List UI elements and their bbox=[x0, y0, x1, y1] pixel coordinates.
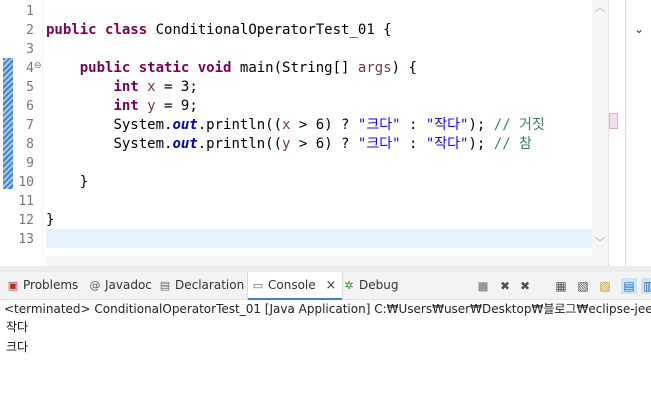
tab-label: Declaration bbox=[175, 278, 245, 292]
console-output-area[interactable]: 작다 크다 bbox=[0, 318, 651, 413]
console-icon: ▭ bbox=[252, 279, 264, 292]
line-number: 13 bbox=[18, 232, 34, 247]
tab-label: Debug bbox=[359, 278, 399, 292]
line-number: 11 bbox=[18, 194, 34, 209]
remove-all-terminated-icon[interactable]: ✖ bbox=[517, 278, 533, 294]
word-wrap-icon[interactable]: ▨ bbox=[597, 278, 613, 294]
horizontal-scrollbar[interactable] bbox=[46, 256, 608, 266]
console-process-header: <terminated> ConditionalOperatorTest_01 … bbox=[4, 302, 651, 316]
line-number: 1 bbox=[26, 4, 34, 19]
side-panel bbox=[625, 0, 651, 266]
code-line-4: public static void main(String[] args) { bbox=[79, 60, 417, 76]
code-line-2: public class ConditionalOperatorTest_01 … bbox=[46, 22, 392, 38]
line-number: 12 bbox=[18, 213, 34, 228]
tab-console[interactable]: ▭ Console × bbox=[247, 272, 344, 300]
bug-icon: ✲ bbox=[344, 279, 354, 292]
close-icon[interactable]: × bbox=[325, 278, 336, 293]
code-line-8: System.out.println((y > 6) ? "크다" : "작다"… bbox=[113, 136, 532, 152]
tab-debug[interactable]: ✲ Debug bbox=[342, 272, 398, 299]
declaration-icon: ▤ bbox=[159, 279, 171, 292]
overview-ruler[interactable] bbox=[608, 0, 625, 266]
terminate-icon[interactable]: ■ bbox=[475, 278, 491, 294]
line-number: 5 bbox=[26, 80, 34, 95]
line-number: 3 bbox=[26, 42, 34, 57]
tab-javadoc[interactable]: @ Javadoc bbox=[88, 272, 152, 299]
gutter-divider bbox=[42, 0, 43, 266]
console-output-line: 크다 bbox=[6, 340, 29, 354]
line-number: 2 bbox=[26, 23, 34, 38]
line-number: 7 bbox=[26, 118, 34, 133]
tab-declaration[interactable]: ▤ Declaration bbox=[158, 272, 244, 299]
code-line-5: int x = 3; bbox=[113, 79, 198, 95]
clear-console-icon[interactable]: ▦ bbox=[553, 278, 569, 294]
line-number: 8 bbox=[26, 137, 34, 152]
tab-label: Problems bbox=[23, 278, 79, 292]
console-output-line: 작다 bbox=[6, 320, 29, 334]
line-number: 6 bbox=[26, 99, 34, 114]
problems-icon: ▣ bbox=[7, 279, 19, 292]
scroll-up-icon[interactable]: ︿ bbox=[594, 3, 606, 15]
remove-launch-icon[interactable]: ✖ bbox=[497, 278, 513, 294]
line-number-gutter: 1 2 3 4 5 6 7 8 9 10 11 12 13 ⊖ bbox=[0, 0, 42, 266]
at-sign-icon: @ bbox=[89, 279, 101, 292]
chevron-down-icon[interactable]: ⌄ bbox=[634, 22, 644, 36]
line-number: 10 bbox=[18, 175, 34, 190]
tab-label: Javadoc bbox=[105, 278, 152, 292]
code-line-6: int y = 9; bbox=[113, 98, 198, 114]
line-number: 4 bbox=[26, 61, 34, 76]
tab-label: Console bbox=[268, 278, 316, 292]
code-text-area[interactable]: public class ConditionalOperatorTest_01 … bbox=[46, 0, 592, 266]
display-selected-console-icon[interactable]: ▥ bbox=[641, 278, 651, 294]
pin-console-icon[interactable]: ▤ bbox=[621, 278, 637, 294]
code-editor[interactable]: 1 2 3 4 5 6 7 8 9 10 11 12 13 ⊖ public c… bbox=[0, 0, 651, 266]
code-line-12: } bbox=[46, 212, 55, 228]
scroll-down-icon[interactable]: ﹀ bbox=[594, 238, 606, 250]
overview-marker[interactable] bbox=[609, 113, 618, 129]
code-line-7: System.out.println((x > 6) ? "크다" : "작다"… bbox=[113, 117, 545, 133]
tab-problems[interactable]: ▣ Problems bbox=[6, 272, 79, 299]
scroll-lock-icon[interactable]: ▧ bbox=[575, 278, 591, 294]
collapse-fold-icon[interactable]: ⊖ bbox=[34, 61, 42, 71]
code-line-10: } bbox=[79, 174, 89, 190]
line-number: 9 bbox=[26, 156, 34, 171]
vertical-scrollbar[interactable]: ︿ ﹀ bbox=[592, 0, 608, 256]
